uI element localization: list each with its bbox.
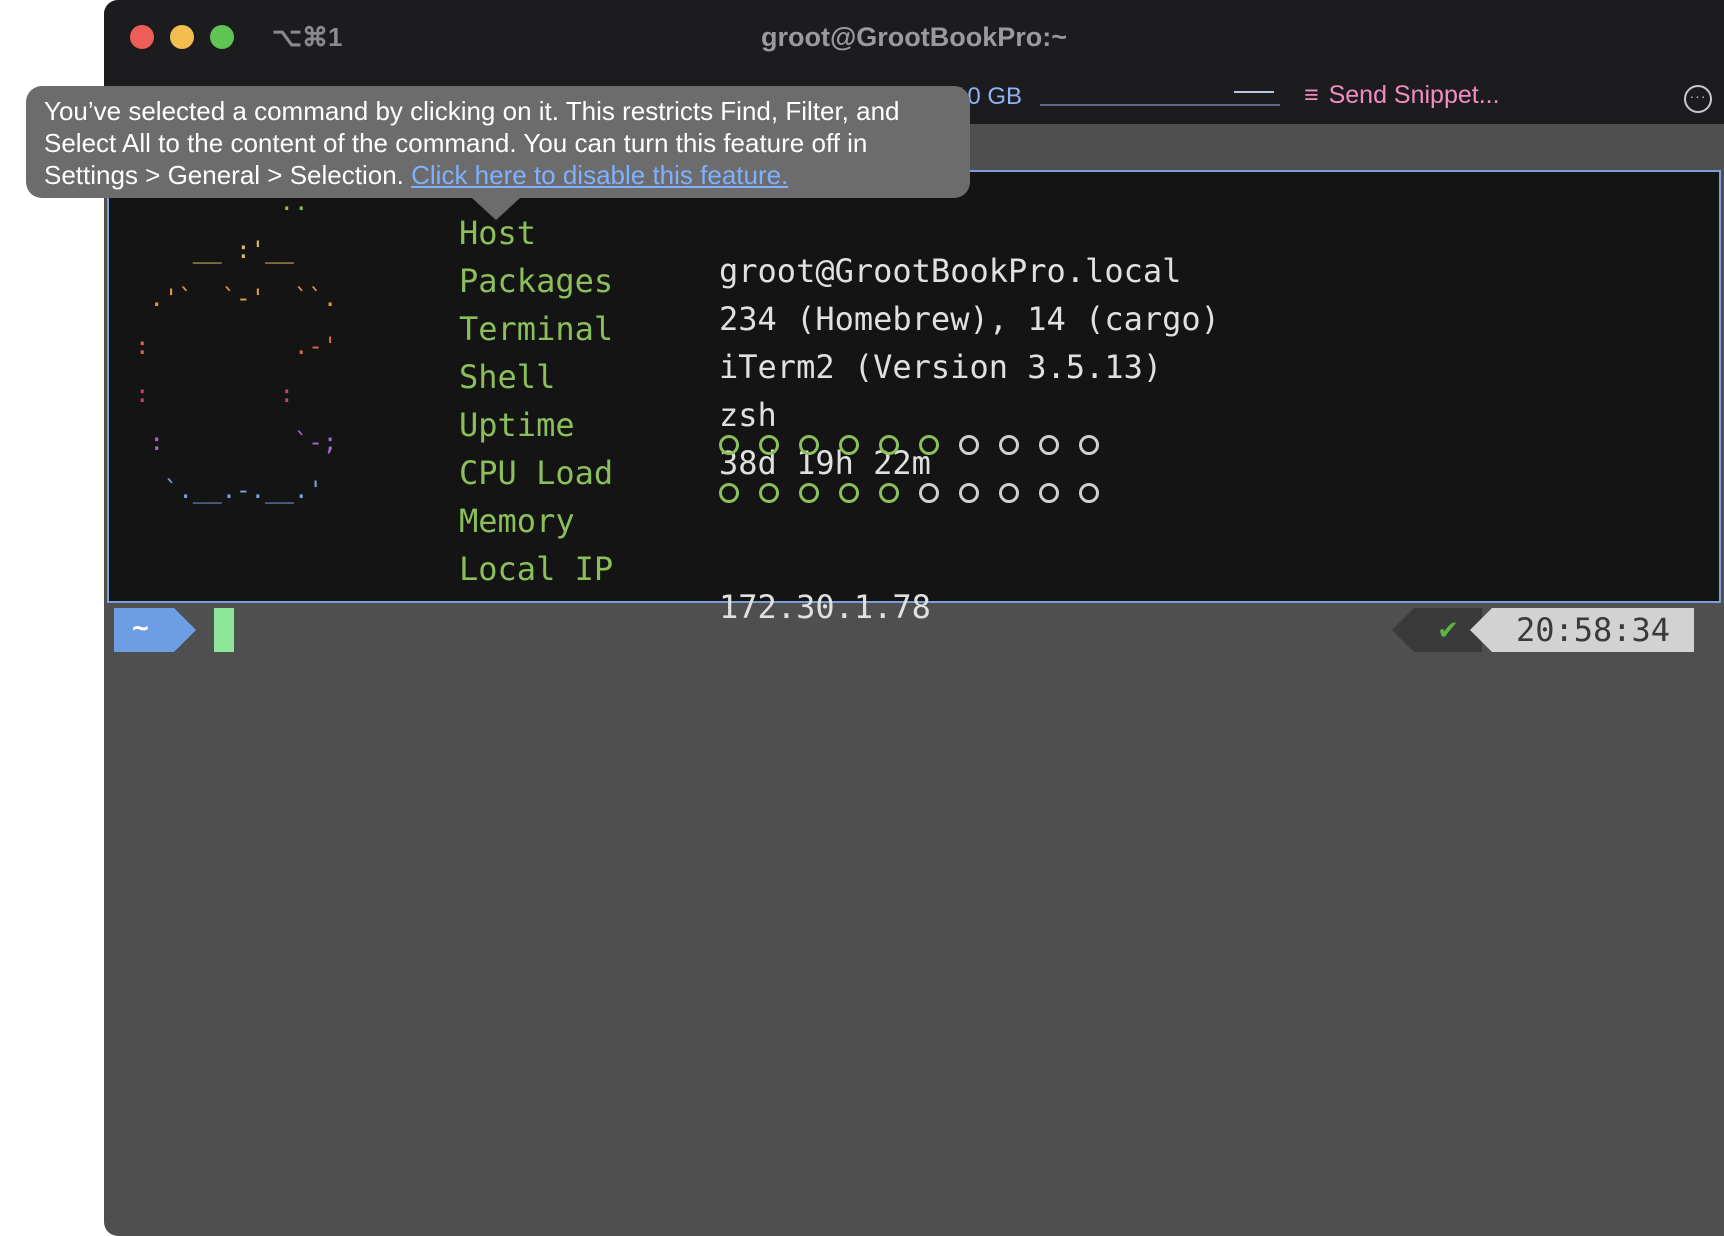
meter-dot-empty [999, 435, 1019, 455]
logo-line: .'` `-' ``. [135, 284, 338, 312]
meter-dot-empty [1039, 483, 1059, 503]
meter-dot-filled [879, 483, 899, 503]
meter-dot-filled [839, 435, 859, 455]
logo-line: : : [135, 380, 294, 408]
sysinfo-row-shell: Shell zsh [459, 320, 777, 434]
meter-dot-empty [999, 483, 1019, 503]
logo-line: `.__.-.__.' [135, 476, 323, 504]
meter-dot-empty [959, 483, 979, 503]
meter-dot-empty [1039, 435, 1059, 455]
memory-graph [1040, 104, 1280, 106]
sysinfo-row-packages: Packages 234 (Homebrew), 14 (cargo) [459, 224, 1220, 338]
sysinfo-row-memory: Memory [459, 464, 1099, 540]
memory-graph-line [1234, 91, 1274, 93]
text-cursor[interactable] [214, 608, 234, 652]
list-icon: ≡ [1304, 81, 1319, 109]
window-title: groot@GrootBookPro:~ [760, 22, 1068, 52]
sysinfo-row-local-ip: Local IP 172.30.1.78 [459, 512, 931, 626]
meter-dot-empty [919, 483, 939, 503]
memory-meter [719, 472, 1119, 510]
apple-ascii-logo: .. __ :'__ .'` `-' ``. : .-' : : : `-; `… [135, 178, 337, 514]
meter-dot-filled [719, 435, 739, 455]
more-icon[interactable]: ··· [1684, 85, 1712, 113]
meter-dot-filled [759, 435, 779, 455]
meter-dot-filled [799, 483, 819, 503]
meter-dot-filled [719, 483, 739, 503]
meter-dot-empty [1079, 483, 1099, 503]
meter-dot-filled [879, 435, 899, 455]
meter-dot-empty [959, 435, 979, 455]
meter-dot-empty [1079, 435, 1099, 455]
title-bar: ⌥⌘1 groot@GrootBookPro:~ [104, 0, 1724, 74]
meter-dot-filled [759, 483, 779, 503]
logo-line: : .-' [135, 332, 338, 360]
sysinfo-row-terminal: Terminal iTerm2 (Version 3.5.13) [459, 272, 1162, 386]
disable-feature-link[interactable]: Click here to disable this feature. [411, 160, 788, 190]
sysinfo-value: 234 (Homebrew), 14 (cargo) [719, 300, 1220, 338]
sysinfo-row-cpu-load: CPU Load [459, 416, 1099, 492]
selected-command-output[interactable]: .. __ :'__ .'` `-' ``. : .-' : : : `-; `… [107, 170, 1721, 626]
meter-dot-filled [799, 435, 819, 455]
logo-line: __ :'__ [135, 236, 294, 264]
meter-dot-filled [919, 435, 939, 455]
sysinfo-label: Local IP [459, 550, 614, 588]
tooltip-arrow [472, 198, 520, 220]
sysinfo-value: iTerm2 (Version 3.5.13) [719, 348, 1163, 386]
send-snippet-button[interactable]: ≡ Send Snippet... [1304, 81, 1500, 110]
selection-tooltip: You’ve selected a command by clicking on… [26, 86, 970, 198]
prompt-time: 20:58:34 [1470, 608, 1694, 652]
logo-line: : `-; [135, 428, 338, 456]
sysinfo-row-uptime: Uptime 38d 19h 22m [459, 368, 931, 482]
send-snippet-label: Send Snippet... [1328, 81, 1500, 109]
sysinfo-value: 172.30.1.78 [719, 588, 931, 626]
prompt-directory: ~ [114, 608, 196, 652]
sysinfo-value: groot@GrootBookPro.local [719, 252, 1182, 290]
cpu-load-meter [719, 424, 1119, 462]
meter-dot-filled [839, 483, 859, 503]
